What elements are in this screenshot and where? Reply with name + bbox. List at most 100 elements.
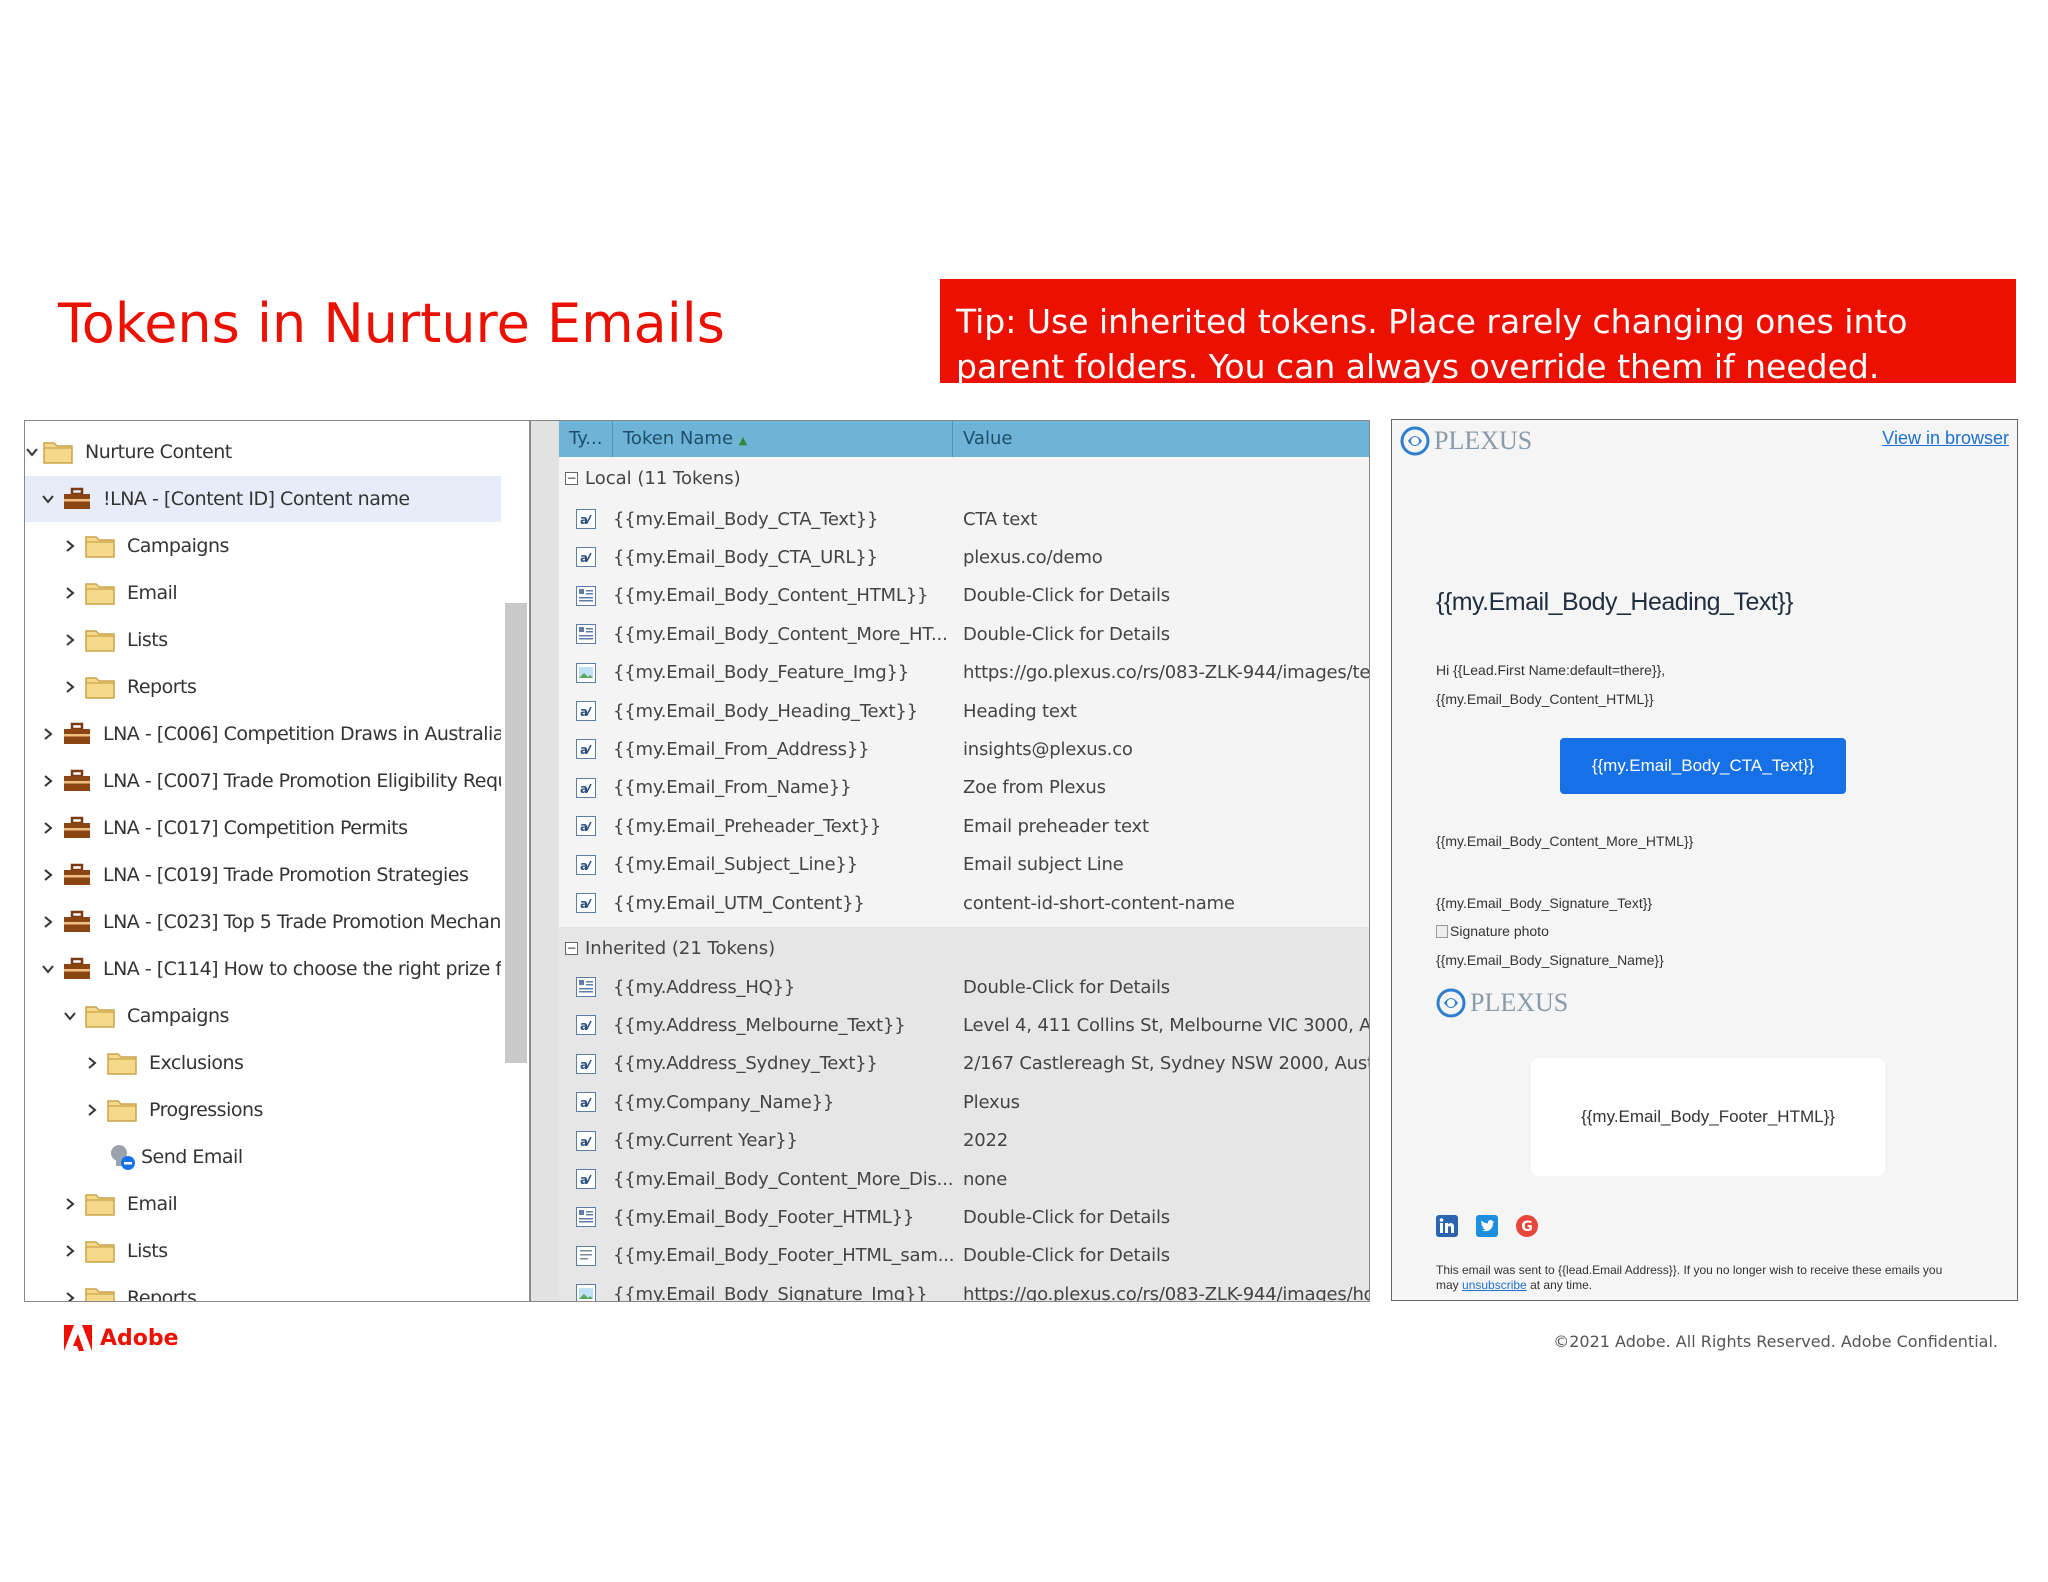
token-group-local[interactable]: − Local (11 Tokens) xyxy=(559,459,1369,497)
token-name: {{my.Email_Body_Content_More_HT... xyxy=(613,623,948,645)
token-row[interactable]: {{my.Email_Body_Footer_HTML_sam... Double… xyxy=(559,1237,1369,1275)
token-row[interactable]: a {{my.Address_Sydney_Text}} 2/167 Castler… xyxy=(559,1045,1369,1083)
token-row[interactable]: a {{my.Email_Body_CTA_URL}} plexus.co/demo xyxy=(559,538,1369,576)
folder-icon xyxy=(85,1288,115,1301)
svg-text:a: a xyxy=(580,1135,588,1149)
token-name: {{my.Email_Subject_Line}} xyxy=(613,854,858,876)
tree-item[interactable]: Reports xyxy=(25,1275,501,1301)
chevron-right-icon[interactable] xyxy=(37,911,59,933)
token-row[interactable]: a {{my.Email_UTM_Content}} content-id-shor… xyxy=(559,884,1369,922)
token-row[interactable]: {{my.Address_HQ}} Double-Click for Detail… xyxy=(559,968,1369,1006)
collapse-icon[interactable]: − xyxy=(565,471,578,485)
svg-text:a: a xyxy=(580,513,588,527)
view-in-browser-link[interactable]: View in browser xyxy=(1882,428,2009,449)
tree-item[interactable]: Campaigns xyxy=(25,523,501,569)
plexus-swirl-icon xyxy=(1436,988,1466,1018)
email-preview-panel: PLEXUS View in browser {{my.Email_Body_H… xyxy=(1391,419,2018,1301)
tree-item[interactable]: Email xyxy=(25,570,501,616)
tree-item[interactable]: LNA - [C019] Trade Promotion Strategies xyxy=(25,852,501,898)
column-header-value[interactable]: Value xyxy=(953,421,1369,457)
token-value: Double-Click for Details xyxy=(963,585,1170,607)
image-token-icon xyxy=(576,1284,596,1301)
tree-item[interactable]: Reports xyxy=(25,664,501,710)
tree-item-label: LNA - [C019] Trade Promotion Strategies xyxy=(103,864,469,886)
token-row[interactable]: {{my.Email_Body_Content_HTML}} Double-Cli… xyxy=(559,577,1369,615)
linkedin-icon[interactable] xyxy=(1436,1215,1458,1237)
token-row[interactable]: a {{my.Email_Subject_Line}} Email subject … xyxy=(559,846,1369,884)
token-group-inherited[interactable]: − Inherited (21 Tokens) xyxy=(559,929,1369,967)
chevron-right-icon[interactable] xyxy=(37,864,59,886)
folder-icon xyxy=(85,1006,115,1028)
token-row[interactable]: a {{my.Email_From_Address}} insights@plexu… xyxy=(559,730,1369,768)
token-row[interactable]: {{my.Email_Body_Feature_Img}} https://go.… xyxy=(559,654,1369,692)
token-row[interactable]: a {{my.Company_Name}} Plexus xyxy=(559,1083,1369,1121)
tree-item[interactable]: LNA - [C006] Competition Draws in Austra… xyxy=(25,711,501,757)
token-row[interactable]: {{my.Email_Body_Content_More_HT... Double… xyxy=(559,615,1369,653)
token-name: {{my.Address_HQ}} xyxy=(613,976,796,998)
token-row[interactable]: a {{my.Email_Preheader_Text}} Email prehea… xyxy=(559,807,1369,845)
token-value: Email subject Line xyxy=(963,854,1124,876)
token-value: Double-Click for Details xyxy=(963,976,1170,998)
chevron-right-icon[interactable] xyxy=(59,582,81,604)
chevron-right-icon[interactable] xyxy=(59,629,81,651)
column-header-token-name[interactable]: Token Name ▲ xyxy=(613,421,953,457)
tree-item[interactable]: LNA - [C023] Top 5 Trade Promotion Mecha… xyxy=(25,899,501,945)
program-icon xyxy=(64,722,90,744)
token-row[interactable]: a {{my.Email_Body_CTA_Text}} CTA text xyxy=(559,500,1369,538)
token-value: https://go.plexus.co/rs/083-ZLK-944/imag… xyxy=(963,1283,1369,1302)
token-value: Double-Click for Details xyxy=(963,1245,1170,1267)
text-token-icon: a xyxy=(576,1053,596,1074)
token-row[interactable]: a {{my.Email_Body_Content_More_Dis... none xyxy=(559,1160,1369,1198)
token-row[interactable]: {{my.Email_Body_Signature_Img}} https://g… xyxy=(559,1275,1369,1302)
tree-item[interactable]: Campaigns xyxy=(25,993,501,1039)
chevron-right-icon[interactable] xyxy=(59,535,81,557)
chevron-down-icon[interactable] xyxy=(37,958,59,980)
tree-item[interactable]: Email xyxy=(25,1181,501,1227)
tree-item[interactable]: Lists xyxy=(25,1228,501,1274)
tree-item[interactable]: LNA - [C114] How to choose the right pri… xyxy=(25,946,501,992)
chevron-right-icon[interactable] xyxy=(81,1099,103,1121)
google-icon[interactable]: G xyxy=(1516,1215,1538,1237)
token-row[interactable]: a {{my.Email_Body_Heading_Text}} Heading t… xyxy=(559,692,1369,730)
chevron-down-icon[interactable] xyxy=(25,441,39,463)
text-token-icon: a xyxy=(576,509,596,529)
token-row[interactable]: a {{my.Email_From_Name}} Zoe from Plexus xyxy=(559,769,1369,807)
email-cta-button[interactable]: {{my.Email_Body_CTA_Text}} xyxy=(1560,738,1846,794)
token-row[interactable]: a {{my.Address_Melbourne_Text}} Level 4, 4… xyxy=(559,1006,1369,1044)
tree-item[interactable]: Lists xyxy=(25,617,501,663)
text-token-icon: a xyxy=(576,701,596,721)
svg-text:a: a xyxy=(580,743,588,757)
chevron-right-icon[interactable] xyxy=(59,1240,81,1262)
token-value: https://go.plexus.co/rs/083-ZLK-944/imag… xyxy=(963,662,1369,684)
chevron-right-icon[interactable] xyxy=(59,1287,81,1301)
token-name: {{my.Email_Body_Heading_Text}} xyxy=(613,700,918,722)
tree-item[interactable]: Nurture Content xyxy=(25,429,501,475)
chevron-down-icon[interactable] xyxy=(37,488,59,510)
unsubscribe-link[interactable]: unsubscribe xyxy=(1462,1278,1527,1292)
chevron-right-icon[interactable] xyxy=(59,1193,81,1215)
tree-scrollbar[interactable] xyxy=(505,603,527,1063)
program-icon xyxy=(64,487,90,509)
token-row[interactable]: {{my.Email_Body_Footer_HTML}} Double-Clic… xyxy=(559,1198,1369,1236)
tree-item[interactable]: !LNA - [Content ID] Content name xyxy=(25,476,501,522)
collapse-icon[interactable]: − xyxy=(565,941,578,955)
chevron-right-icon[interactable] xyxy=(37,770,59,792)
tree-item[interactable]: Exclusions xyxy=(25,1040,501,1086)
tree-item[interactable]: Progressions xyxy=(25,1087,501,1133)
token-name: {{my.Email_Body_CTA_URL}} xyxy=(613,546,878,568)
chevron-down-icon[interactable] xyxy=(59,1005,81,1027)
chevron-right-icon[interactable] xyxy=(37,817,59,839)
chevron-right-icon[interactable] xyxy=(37,723,59,745)
text-token-icon: a xyxy=(576,893,596,913)
token-name: {{my.Email_Body_Content_HTML}} xyxy=(613,585,929,607)
program-icon xyxy=(64,910,90,932)
tree-item[interactable]: LNA - [C007] Trade Promotion Eligibility… xyxy=(25,758,501,804)
tree-item[interactable]: LNA - [C017] Competition Permits xyxy=(25,805,501,851)
tree-item-label: Campaigns xyxy=(127,1005,229,1027)
token-row[interactable]: a {{my.Current Year}} 2022 xyxy=(559,1122,1369,1160)
chevron-right-icon[interactable] xyxy=(81,1052,103,1074)
twitter-icon[interactable] xyxy=(1476,1215,1498,1237)
tree-item[interactable]: Send Email xyxy=(25,1134,501,1180)
column-header-type[interactable]: Ty... xyxy=(559,421,613,457)
chevron-right-icon[interactable] xyxy=(59,676,81,698)
